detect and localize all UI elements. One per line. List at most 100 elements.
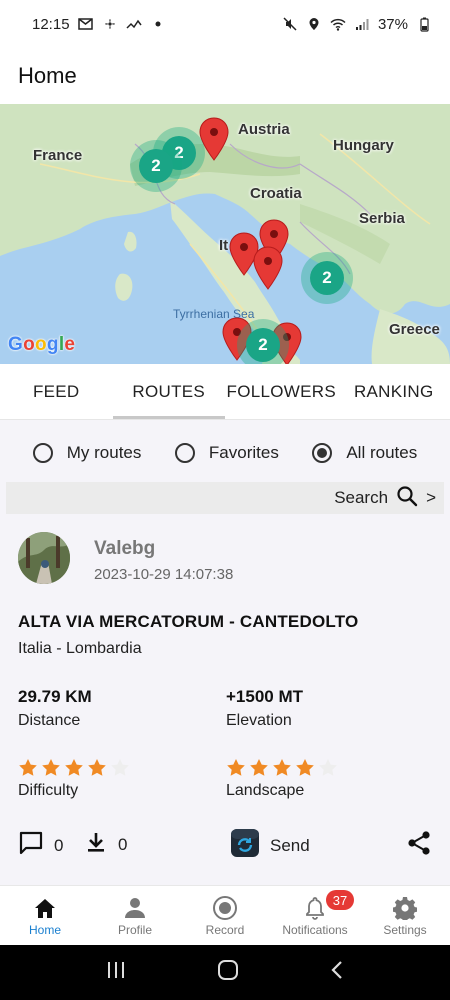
share-icon: [406, 830, 432, 861]
avatar[interactable]: [18, 532, 70, 584]
dot-icon: [150, 16, 166, 32]
radio-button[interactable]: [174, 443, 195, 463]
route-region: Italia - Lombardia: [18, 640, 142, 657]
status-bar: 12:15 37%: [0, 0, 450, 48]
map-pin-marker[interactable]: [253, 246, 283, 290]
person-icon: [122, 895, 148, 921]
system-home-button[interactable]: [217, 959, 239, 986]
record-icon: [212, 895, 238, 921]
cluster-count: 2: [139, 149, 173, 183]
nav-settings[interactable]: Settings: [360, 886, 450, 945]
route-filter-group: My routes Favorites All routes: [0, 434, 450, 472]
filter-label: All routes: [346, 443, 418, 462]
share-button[interactable]: [406, 830, 432, 861]
star-filled-icon: [19, 759, 37, 776]
map-cluster-marker[interactable]: 2: [301, 252, 353, 304]
map-cluster-marker[interactable]: 2: [237, 319, 289, 364]
radio-button[interactable]: [32, 443, 53, 463]
send-label: Send: [270, 835, 310, 855]
routes-content: My routes Favorites All routes Search >: [0, 420, 450, 885]
battery-icon: [416, 16, 432, 32]
search-button[interactable]: Search >: [6, 482, 444, 514]
map-label-greece: Greece: [389, 321, 440, 338]
home-icon: [32, 895, 58, 921]
nav-label: Notifications: [282, 922, 348, 937]
clock: 12:15: [32, 15, 70, 33]
map-label-italy: It: [219, 237, 229, 254]
star-filled-icon: [227, 759, 245, 776]
star-filled-icon: [273, 759, 291, 776]
system-back-button[interactable]: [330, 960, 344, 985]
map-label-france: France: [33, 147, 83, 164]
timestamp: 2023-10-29 14:07:38: [94, 566, 234, 583]
nav-label: Record: [205, 922, 245, 937]
search-label: Search: [334, 488, 389, 507]
bell-icon: [302, 895, 328, 921]
star-empty-icon: [319, 759, 337, 776]
send-button[interactable]: Send: [230, 828, 310, 863]
nav-record[interactable]: Record: [180, 886, 270, 945]
map-cluster-marker[interactable]: 2: [130, 140, 182, 192]
map-label-hungary: Hungary: [333, 137, 394, 154]
nav-label: Settings: [383, 922, 427, 937]
star-filled-icon: [42, 759, 60, 776]
app-header: Home: [0, 48, 450, 104]
tab-ranking[interactable]: RANKING: [338, 364, 450, 419]
gmail-icon: [78, 16, 94, 32]
elevation-label: Elevation: [226, 712, 292, 729]
nav-label: Home: [28, 922, 61, 937]
google-logo: Google: [8, 334, 76, 355]
fan-icon: [102, 16, 118, 32]
system-navigation-bar: [0, 945, 450, 1000]
star-filled-icon: [88, 759, 106, 776]
filter-label: Favorites: [208, 443, 279, 462]
cell-signal-icon: [354, 16, 370, 32]
route-actions: 0 0 Send: [18, 828, 432, 862]
map-view[interactable]: France Austria Hungary Croatia Serbia It…: [0, 104, 450, 364]
battery-percent: 37%: [377, 15, 408, 33]
send-app-icon: [230, 828, 260, 863]
map-label-croatia: Croatia: [250, 185, 302, 202]
filter-all-routes[interactable]: All routes: [312, 443, 417, 463]
search-icon: [396, 485, 418, 512]
location-icon: [306, 16, 322, 32]
nav-home[interactable]: Home: [0, 886, 90, 945]
username[interactable]: Valebg: [94, 538, 155, 560]
recent-apps-button[interactable]: [106, 961, 126, 984]
star-filled-icon: [250, 759, 268, 776]
star-filled-icon: [65, 759, 83, 776]
download-icon: [84, 830, 108, 859]
downloads-count: 0: [118, 834, 128, 854]
nav-notifications[interactable]: Notifications 37: [270, 886, 360, 945]
comment-icon: [18, 830, 44, 861]
tab-followers[interactable]: FOLLOWERS: [225, 364, 338, 419]
comments-count: 0: [54, 835, 64, 855]
chevron-right-icon: >: [426, 488, 436, 507]
filter-favorites[interactable]: Favorites: [174, 443, 279, 463]
distance-value: 29.79 KM: [18, 687, 92, 706]
filter-my-routes[interactable]: My routes: [32, 443, 142, 463]
download-button[interactable]: 0: [84, 830, 127, 859]
tab-bar: FEED ROUTES FOLLOWERS RANKING: [0, 364, 450, 420]
star-empty-icon: [111, 759, 129, 776]
map-label-austria: Austria: [238, 121, 290, 138]
nav-profile[interactable]: Profile: [90, 886, 180, 945]
map-label-serbia: Serbia: [359, 210, 405, 227]
tab-feed[interactable]: FEED: [0, 364, 113, 419]
distance-label: Distance: [18, 712, 81, 729]
status-left: 12:15: [32, 16, 166, 33]
elevation-value: +1500 MT: [226, 687, 304, 706]
route-title[interactable]: ALTA VIA MERCATORUM - CANTEDOLTO: [18, 612, 358, 632]
notification-badge: 37: [326, 890, 354, 910]
signal-wave-icon: [126, 16, 142, 32]
tab-routes[interactable]: ROUTES: [112, 364, 226, 419]
mute-icon: [282, 16, 298, 32]
filter-label: My routes: [66, 443, 142, 462]
wifi-icon: [330, 16, 346, 32]
route-card[interactable]: Valebg 2023-10-29 14:07:38 ALTA VIA MERC…: [0, 522, 450, 885]
comments-button[interactable]: 0: [18, 830, 63, 861]
cluster-count: 2: [246, 328, 280, 362]
status-right: 37%: [282, 16, 432, 33]
radio-button-selected[interactable]: [312, 443, 333, 463]
star-filled-icon: [296, 759, 314, 776]
